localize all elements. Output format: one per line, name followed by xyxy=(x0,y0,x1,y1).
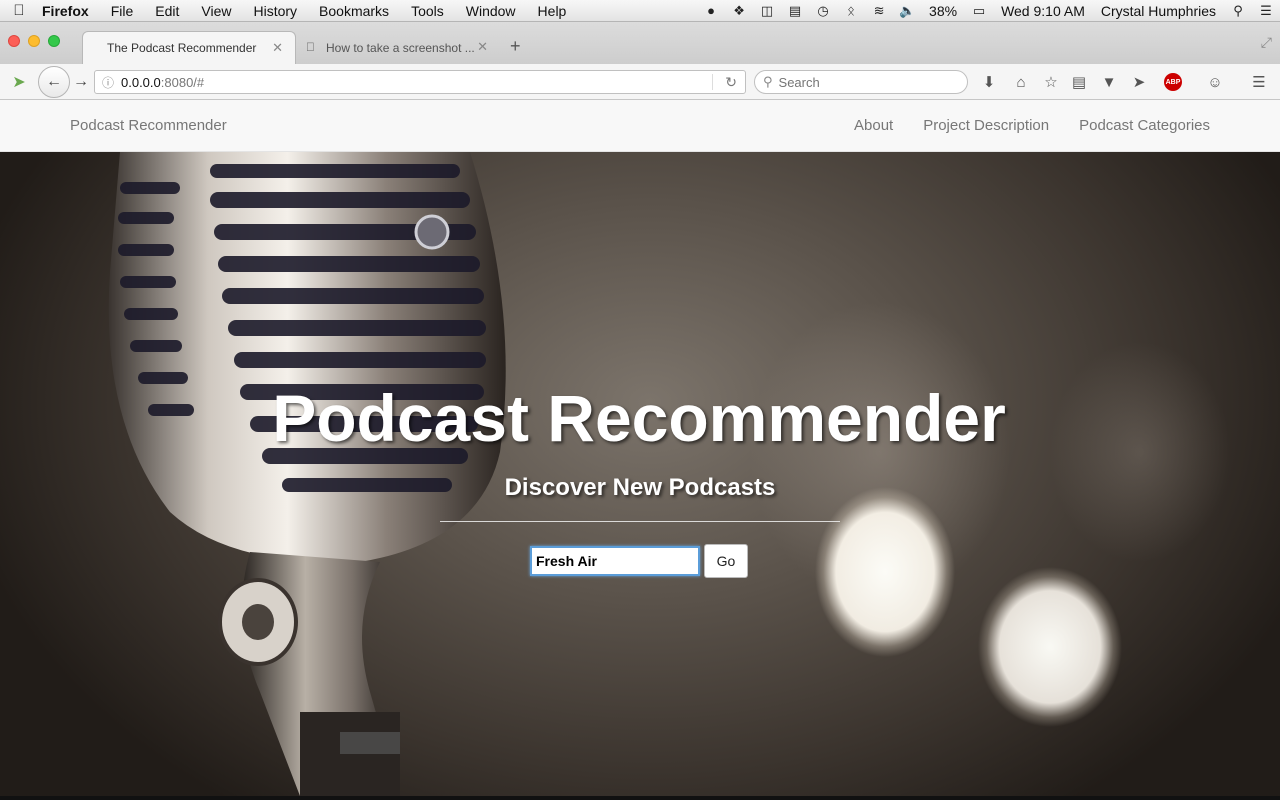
browser-toolbar: ➤ ← → ⓘ 0.0.0.0:8080/# ↻ ⚲ ⬇ ⌂ ☆ ▤ ▼ ➤ A… xyxy=(0,64,1280,100)
apple-menu-icon[interactable]:  xyxy=(0,2,38,19)
hero-divider xyxy=(440,521,840,522)
fullscreen-icon[interactable]: ⤢ xyxy=(1261,34,1272,51)
chat-icon[interactable]: ☺ xyxy=(1204,72,1226,92)
menu-edit[interactable]: Edit xyxy=(144,0,190,22)
tab-close-icon[interactable]: ✕ xyxy=(477,39,488,55)
notification-icon[interactable]: ● xyxy=(697,0,725,22)
site-navbar: Podcast Recommender About Project Descri… xyxy=(0,100,1280,152)
clock[interactable]: Wed 9:10 AM xyxy=(993,3,1093,19)
user-name[interactable]: Crystal Humphries xyxy=(1093,3,1224,19)
tab-title: The Podcast Recommender xyxy=(107,41,257,55)
time-machine-icon[interactable]: ◷ xyxy=(809,0,837,22)
search-icon: ⚲ xyxy=(763,74,773,89)
menu-window[interactable]: Window xyxy=(455,0,527,22)
bookmark-star-icon[interactable]: ☆ xyxy=(1040,72,1062,92)
volume-icon[interactable]: 🔈 xyxy=(893,0,921,22)
battery-percent: 38% xyxy=(929,2,958,19)
tab-close-icon[interactable]: ✕ xyxy=(272,40,283,56)
window-bottom-edge xyxy=(0,796,1280,800)
back-button[interactable]: ← xyxy=(38,66,70,98)
window-maximize-button[interactable] xyxy=(48,35,60,47)
script-icon[interactable]: ◫ xyxy=(753,0,781,22)
browser-tab-strip: The Podcast Recommender ✕  How to take … xyxy=(0,22,1280,64)
wifi-icon[interactable]: ≋ xyxy=(865,0,893,22)
menu-file[interactable]: File xyxy=(100,0,145,22)
notification-center-icon[interactable]: ☰ xyxy=(1252,0,1280,22)
menu-history[interactable]: History xyxy=(242,0,308,22)
tab-title: How to take a screenshot ... xyxy=(326,40,475,55)
url-bar[interactable]: ⓘ 0.0.0.0:8080/# ↻ xyxy=(94,70,746,94)
memory-icon[interactable]: ▤ xyxy=(781,0,809,22)
url-path: :8080/# xyxy=(160,74,205,90)
menu-app-firefox[interactable]: Firefox xyxy=(38,0,100,22)
extension-arrow-icon[interactable]: ➤ xyxy=(8,72,30,92)
site-info-icon[interactable]: ⓘ xyxy=(95,74,121,91)
site-brand-link[interactable]: Podcast Recommender xyxy=(70,117,227,134)
window-close-button[interactable] xyxy=(8,35,20,47)
podcast-search-input[interactable] xyxy=(530,546,700,576)
macos-menu-bar:  Firefox File Edit View History Bookmar… xyxy=(0,0,1280,22)
reading-list-icon[interactable]: ▤ xyxy=(1068,72,1090,92)
web-page: Podcast Recommender About Project Descri… xyxy=(0,100,1280,796)
menu-tools[interactable]: Tools xyxy=(400,0,455,22)
apple-favicon-icon:  xyxy=(306,40,315,54)
forward-button[interactable]: → xyxy=(72,72,90,92)
hero-title: Podcast Recommender xyxy=(272,381,1006,455)
bluetooth-icon[interactable]: ᛟ xyxy=(837,0,865,22)
go-button[interactable]: Go xyxy=(704,544,748,578)
reload-icon[interactable]: ↻ xyxy=(725,74,737,91)
nav-link-project-description[interactable]: Project Description xyxy=(923,117,1049,134)
browser-search-bar[interactable]: ⚲ xyxy=(754,70,968,94)
hamburger-menu-icon[interactable]: ☰ xyxy=(1248,72,1270,92)
nav-link-about[interactable]: About xyxy=(854,117,893,134)
tab-podcast-recommender[interactable]: The Podcast Recommender ✕ xyxy=(82,31,296,64)
battery-icon[interactable]: ▭ xyxy=(965,0,993,22)
adblock-icon[interactable]: ABP xyxy=(1162,72,1184,92)
spotlight-search-icon[interactable]: ⚲ xyxy=(1224,0,1252,22)
downloads-icon[interactable]: ⬇ xyxy=(978,72,1000,92)
podcast-search-form: Go xyxy=(530,544,748,578)
hero-section: Podcast Recommender Discover New Podcast… xyxy=(0,152,1280,796)
nav-link-podcast-categories[interactable]: Podcast Categories xyxy=(1079,117,1210,134)
menu-help[interactable]: Help xyxy=(527,0,578,22)
dropbox-icon[interactable]: ❖ xyxy=(725,0,753,22)
menu-bookmarks[interactable]: Bookmarks xyxy=(308,0,400,22)
menu-view[interactable]: View xyxy=(190,0,242,22)
window-minimize-button[interactable] xyxy=(28,35,40,47)
send-icon[interactable]: ➤ xyxy=(1128,72,1150,92)
new-tab-button[interactable]: + xyxy=(510,36,521,57)
home-icon[interactable]: ⌂ xyxy=(1010,72,1032,92)
hero-subtitle: Discover New Podcasts xyxy=(504,474,776,501)
browser-search-input[interactable] xyxy=(778,74,949,90)
tab-screenshot-howto[interactable]:  How to take a screenshot ... ✕ xyxy=(300,31,500,64)
url-host: 0.0.0.0 xyxy=(121,74,161,90)
pocket-icon[interactable]: ▼ xyxy=(1098,72,1120,92)
